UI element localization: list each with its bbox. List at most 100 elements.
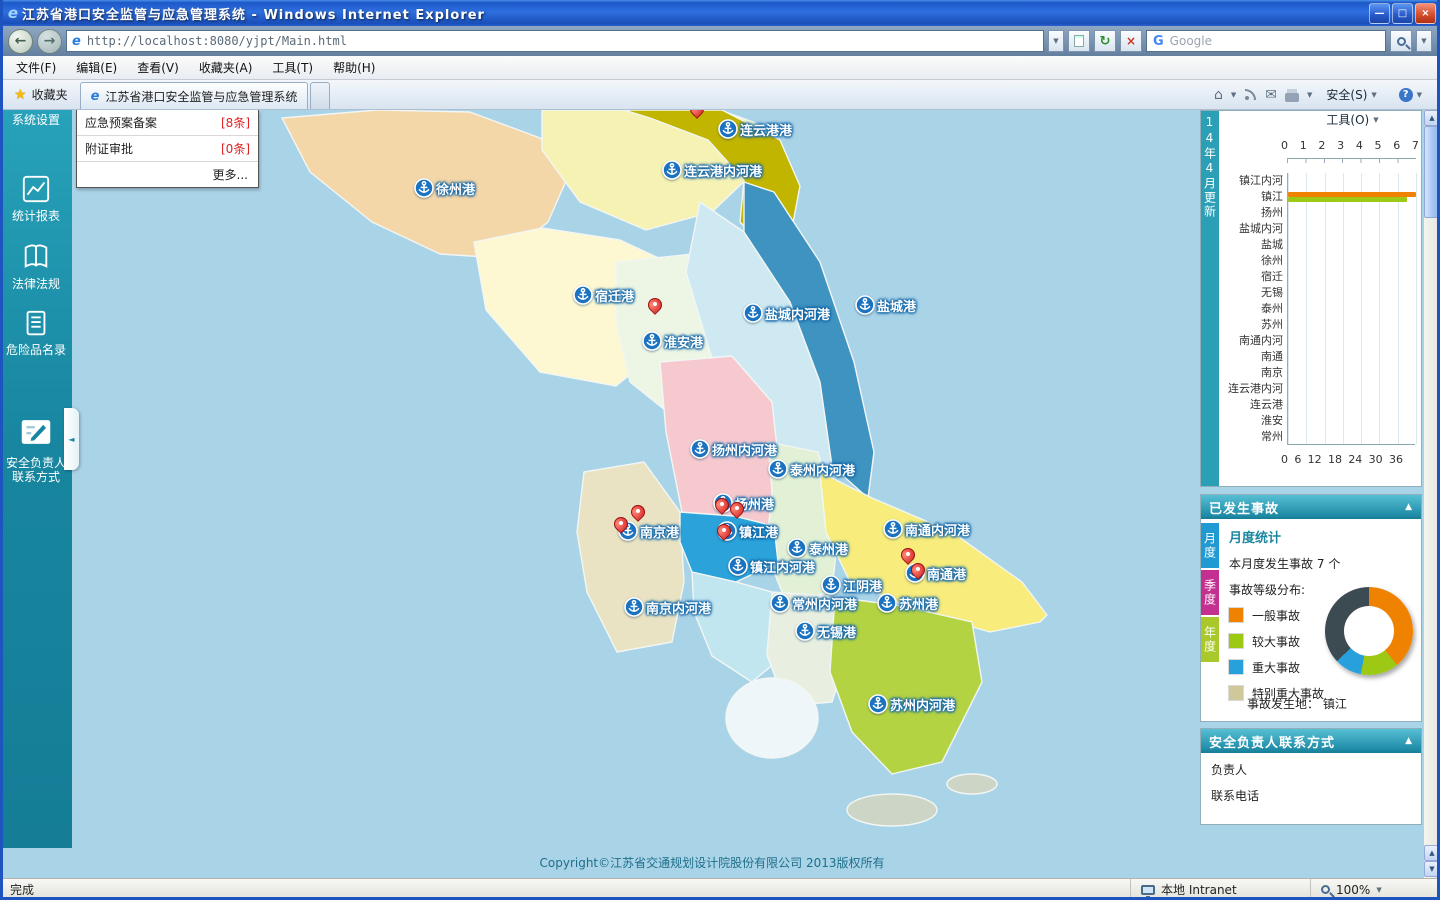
port-marker[interactable]: 江阴港 xyxy=(821,575,882,595)
scrollbar-thumb[interactable] xyxy=(1424,126,1440,218)
map-pin-icon[interactable] xyxy=(910,563,926,579)
port-marker[interactable]: 盐城内河港 xyxy=(743,303,830,323)
url-text: http://localhost:8080/yjpt/Main.html xyxy=(86,34,347,48)
compatibility-view-button[interactable] xyxy=(1068,30,1090,52)
port-label: 泰州内河港 xyxy=(790,463,856,479)
menu-item[interactable]: 文件(F) xyxy=(6,56,66,79)
map-pin-icon[interactable] xyxy=(630,505,646,521)
search-button[interactable] xyxy=(1390,30,1412,52)
scroll-up-button[interactable]: ▲ xyxy=(1424,110,1440,126)
search-input[interactable]: G Google xyxy=(1146,30,1386,52)
port-marker[interactable]: 淮安港 xyxy=(642,331,703,351)
tab-favicon-icon: e xyxy=(90,88,100,104)
zoom-icon xyxy=(1321,885,1330,894)
map-pin-icon[interactable] xyxy=(689,110,705,118)
sidebar-item-label: 统计报表 xyxy=(11,209,60,223)
map-pin-icon[interactable] xyxy=(900,548,916,564)
axis-tick-label: 0 xyxy=(1281,453,1288,466)
anchor-icon xyxy=(868,694,888,714)
port-marker[interactable]: 徐州港 xyxy=(414,178,475,198)
contact-panel-header[interactable]: 安全负责人联系方式 ▲ xyxy=(1201,729,1421,753)
port-marker[interactable]: 泰州港 xyxy=(787,538,848,558)
help-icon: ? xyxy=(1398,87,1413,102)
stop-icon: × xyxy=(1125,34,1137,48)
scroll-down-button[interactable]: ▼ xyxy=(1424,861,1440,877)
sidebar-item-dangerous-goods[interactable]: 危险品名录 xyxy=(0,308,72,357)
accident-panel-header[interactable]: 已发生事故 ▲ xyxy=(1201,495,1421,519)
port-marker[interactable]: 南京内河港 xyxy=(624,597,711,617)
forward-button[interactable]: → xyxy=(37,28,62,54)
anchor-icon xyxy=(877,593,897,613)
sidebar-item-safety-contacts[interactable]: 安全负责人联系方式 xyxy=(0,413,72,484)
tab-季度[interactable]: 季度 xyxy=(1201,570,1219,615)
more-link[interactable]: 更多... xyxy=(77,162,258,187)
port-marker[interactable]: 宿迁港 xyxy=(573,285,634,305)
port-marker[interactable]: 泰州内河港 xyxy=(768,459,855,479)
close-button[interactable]: × xyxy=(1415,2,1436,24)
menu-item[interactable]: 工具(T) xyxy=(262,56,323,79)
home-button[interactable]: ⌂ xyxy=(1214,87,1223,103)
quick-row-count: [0条] xyxy=(221,142,250,156)
collapse-arrow-icon[interactable]: ▲ xyxy=(1405,736,1413,746)
back-button[interactable]: ← xyxy=(8,28,33,54)
vertical-scrollbar[interactable]: ▲ ▲ ▼ xyxy=(1424,110,1440,878)
menu-item[interactable]: 帮助(H) xyxy=(323,56,385,79)
minimize-button[interactable]: — xyxy=(1369,2,1390,24)
maximize-button[interactable]: □ xyxy=(1392,2,1413,24)
map-pin-icon[interactable] xyxy=(716,524,732,540)
port-marker[interactable]: 苏州内河港 xyxy=(868,694,955,714)
quick-panel-row[interactable]: 应急预案备案 [8条] xyxy=(77,110,258,136)
port-marker[interactable]: 连云港港 xyxy=(718,119,792,139)
scroll-up-button[interactable]: ▲ xyxy=(1424,845,1440,861)
address-dropdown-button[interactable]: ▼ xyxy=(1048,30,1064,52)
port-marker[interactable]: 扬州内河港 xyxy=(690,439,777,459)
stop-button[interactable]: × xyxy=(1120,30,1142,52)
zoom-control[interactable]: 100% ▼ xyxy=(1310,879,1440,900)
search-dropdown-button[interactable]: ▼ xyxy=(1416,30,1432,52)
anchor-icon xyxy=(624,597,644,617)
address-input[interactable]: e http://localhost:8080/yjpt/Main.html xyxy=(66,30,1044,52)
port-marker[interactable]: 镇江内河港 xyxy=(728,556,815,576)
refresh-button[interactable]: ↻ xyxy=(1094,30,1116,52)
tab-main[interactable]: e 江苏省港口安全监管与应急管理系统 xyxy=(79,82,309,109)
collapse-arrow-icon[interactable]: ▲ xyxy=(1405,502,1413,512)
port-marker[interactable]: 苏州港 xyxy=(877,593,938,613)
tab-月度[interactable]: 月度 xyxy=(1201,523,1219,568)
port-marker[interactable]: 南通内河港 xyxy=(883,519,970,539)
new-tab-stub[interactable] xyxy=(310,82,331,109)
quick-panel-row[interactable]: 附证审批 [0条] xyxy=(77,136,258,162)
port-marker[interactable]: 常州内河港 xyxy=(770,593,857,613)
map-pin-icon[interactable] xyxy=(647,298,663,314)
computer-icon xyxy=(1141,884,1155,899)
feeds-icon[interactable] xyxy=(1244,88,1257,101)
print-button[interactable] xyxy=(1285,88,1300,102)
menu-item[interactable]: 编辑(E) xyxy=(66,56,127,79)
legend-label: 一般事故 xyxy=(1252,608,1301,623)
help-button[interactable]: ? ▼ xyxy=(1393,84,1428,106)
chevron-down-icon[interactable]: ▼ xyxy=(1307,91,1312,99)
sidebar-item-laws[interactable]: 法律法规 xyxy=(0,242,72,291)
map-pin-icon[interactable] xyxy=(729,502,745,518)
favorites-button[interactable]: ★ 收藏夹 xyxy=(6,80,76,109)
menu-item[interactable]: 查看(V) xyxy=(127,56,189,79)
sidebar-collapse-handle[interactable]: ◄ xyxy=(64,408,79,470)
sidebar-item-stats[interactable]: 统计报表 xyxy=(0,174,72,223)
toolbar-button[interactable]: 安全(S) ▼ xyxy=(1320,82,1384,107)
mail-button[interactable]: ✉ xyxy=(1265,87,1277,103)
port-marker[interactable]: 无锡港 xyxy=(795,621,856,641)
toolbar-button[interactable]: 工具(O) ▼ xyxy=(1320,107,1384,132)
tab-年度[interactable]: 年度 xyxy=(1201,617,1219,662)
anchor-icon xyxy=(743,303,763,323)
menu-item[interactable]: 收藏夹(A) xyxy=(189,56,263,79)
chevron-down-icon[interactable]: ▼ xyxy=(1231,91,1236,99)
map-pin-icon[interactable] xyxy=(714,498,730,514)
ie-logo-icon: e xyxy=(7,4,19,22)
port-marker[interactable]: 盐城港 xyxy=(855,295,916,315)
port-label: 无锡港 xyxy=(817,625,857,641)
port-label: 连云港内河港 xyxy=(684,164,763,180)
anchor-icon xyxy=(414,178,434,198)
sidebar-item-system-settings[interactable]: 系统设置 xyxy=(0,111,72,128)
map-pin-icon[interactable] xyxy=(613,517,629,533)
security-zone[interactable]: 本地 Intranet xyxy=(1130,879,1310,900)
port-marker[interactable]: 连云港内河港 xyxy=(662,160,762,180)
